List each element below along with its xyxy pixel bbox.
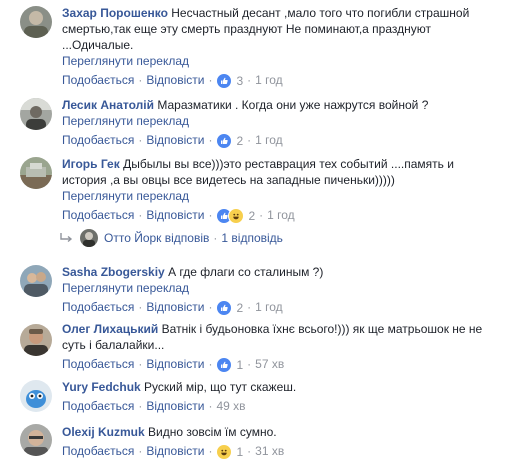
comment-author[interactable]: Olexij Kuzmuk [62,425,145,439]
comment-actions: Подобається · Відповісти · 3 · 1 год [62,72,499,89]
timestamp[interactable]: 1 год [255,133,283,147]
haha-icon [228,207,245,224]
comment-author[interactable]: Олег Лихацький [62,322,158,336]
like-button[interactable]: Подобається [62,208,134,222]
reply-button[interactable]: Відповісти [146,444,204,458]
comment-actions: Подобається · Відповісти · 1 · 57 хв [62,356,499,373]
comment-author[interactable]: Захар Порошенко [62,6,168,20]
reply-count: 1 відповідь [221,231,283,245]
reaction-count: 2 [248,208,256,223]
reaction-count: 1 [236,444,244,459]
separator-dot: · [247,133,252,147]
reaction-count: 1 [236,357,244,372]
reply-button[interactable]: Відповісти [146,300,204,314]
comment-actions: Подобається · Відповісти · 2 · 1 год [62,299,499,316]
separator-dot: · [247,444,252,458]
separator-dot: · [208,357,213,371]
like-button[interactable]: Подобається [62,133,134,147]
avatar[interactable] [20,324,52,356]
comment-actions: Подобається · Відповісти · 49 хв [62,398,499,414]
separator-dot: · [138,399,143,413]
like-button[interactable]: Подобається [62,73,134,87]
separator-dot: · [138,300,143,314]
comment-actions: Подобається · Відповісти · 1 · 31 хв [62,443,499,460]
comment-author[interactable]: Yury Fedchuk [62,380,141,394]
comment-author[interactable]: Sasha Zbogerskiy [62,265,165,279]
timestamp[interactable]: 1 год [255,73,283,87]
reply-verb: відповів [164,231,210,245]
translate-link[interactable]: Переглянути переклад [62,188,499,204]
comment-author[interactable]: Лесик Анатолій [62,98,154,112]
comment-actions: Подобається · Відповісти · 2 · 1 год [62,207,499,224]
timestamp[interactable]: 1 год [267,208,295,222]
separator-dot: · [208,73,213,87]
comment-actions: Подобається · Відповісти · 2 · 1 год [62,132,499,149]
separator-dot: · [247,73,252,87]
translate-link[interactable]: Переглянути переклад [62,113,499,129]
reaction-summary[interactable]: 1 [216,356,244,373]
reaction-summary[interactable]: 2 [216,299,244,316]
separator-dot: · [138,208,143,222]
avatar[interactable] [20,380,52,412]
thumbs-up-icon [216,72,233,89]
reaction-summary[interactable]: 2 [216,132,244,149]
separator-dot: · [138,133,143,147]
separator-dot: · [247,300,252,314]
comment-text: Видно зовсім їм сумно. [148,425,277,439]
avatar[interactable] [20,98,52,130]
thumbs-up-icon [216,132,233,149]
avatar[interactable] [20,157,52,189]
separator-dot: · [213,231,218,245]
separator-dot: · [247,357,252,371]
separator-dot: · [208,444,213,458]
translate-link[interactable]: Переглянути переклад [62,280,499,296]
avatar[interactable] [20,265,52,297]
comment-author[interactable]: Игорь Гек [62,157,120,171]
reply-author: Отто Йорк [104,231,162,245]
separator-dot: · [138,357,143,371]
timestamp[interactable]: 57 хв [255,357,284,371]
reply-button[interactable]: Відповісти [146,133,204,147]
reply-button[interactable]: Відповісти [146,399,204,413]
reaction-summary[interactable]: 1 [216,443,244,460]
separator-dot: · [208,133,213,147]
reply-button[interactable]: Відповісти [146,73,204,87]
separator-dot: · [208,399,213,413]
reaction-count: 3 [236,73,244,88]
comment-text: А где флаги со сталиным ?) [168,265,324,279]
like-button[interactable]: Подобається [62,399,134,413]
reply-button[interactable]: Відповісти [146,357,204,371]
translate-link[interactable]: Переглянути переклад [62,53,499,69]
comment-text: Дыбылы вы все)))это реставрация тех собы… [62,157,454,187]
timestamp[interactable]: 1 год [255,300,283,314]
separator-dot: · [138,444,143,458]
reply-button[interactable]: Відповісти [146,208,204,222]
thumbs-up-icon [216,299,233,316]
separator-dot: · [208,208,213,222]
reaction-summary[interactable]: 2 [216,207,256,224]
like-button[interactable]: Подобається [62,444,134,458]
reaction-summary[interactable]: 3 [216,72,244,89]
reaction-count: 2 [236,133,244,148]
view-replies-link[interactable]: Отто Йорк відповів · 1 відповідь [58,229,283,247]
like-button[interactable]: Подобається [62,357,134,371]
avatar[interactable] [20,6,52,38]
separator-dot: · [259,208,264,222]
avatar[interactable] [20,424,52,456]
timestamp[interactable]: 31 хв [255,444,284,458]
timestamp[interactable]: 49 хв [216,399,245,413]
reply-arrow-icon [60,233,73,243]
like-button[interactable]: Подобається [62,300,134,314]
separator-dot: · [208,300,213,314]
haha-icon [216,443,233,460]
separator-dot: · [138,73,143,87]
avatar [80,229,98,247]
comment-text: Маразматики . Когда они уже нажрутся вой… [157,98,429,112]
comment-text: Руский мір, що тут скажеш. [144,380,297,394]
thumbs-up-icon [216,356,233,373]
reaction-count: 2 [236,300,244,315]
